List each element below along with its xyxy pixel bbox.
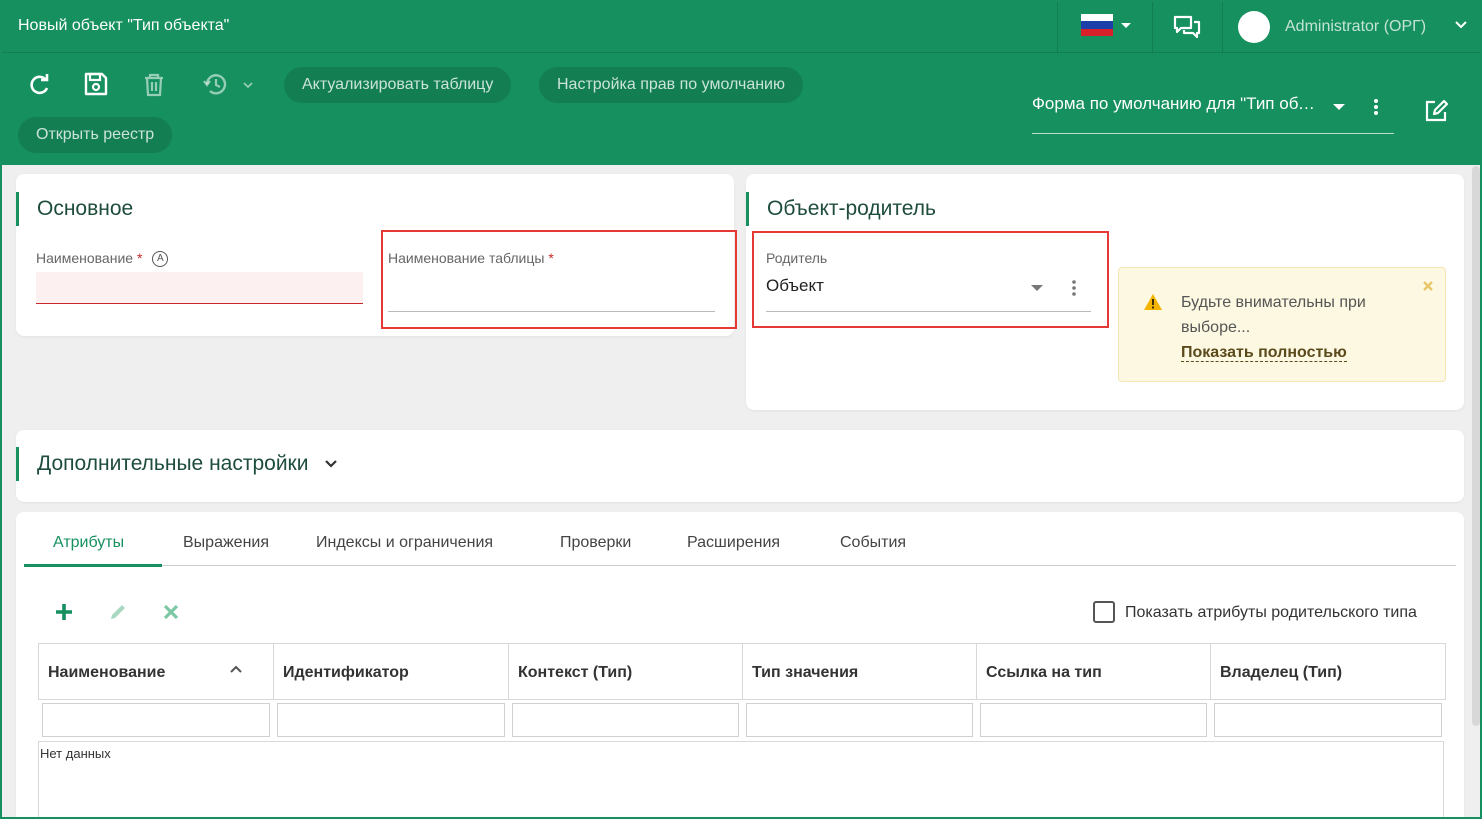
filter-input[interactable] [980, 703, 1207, 737]
tab-events[interactable]: События [840, 534, 906, 552]
filter-input[interactable] [512, 703, 739, 737]
tab-attributes[interactable]: Атрибуты [53, 534, 124, 552]
edit-icon[interactable] [108, 602, 128, 622]
refresh-icon[interactable] [26, 71, 54, 99]
column-header-owner[interactable]: Владелец (Тип) [1210, 643, 1446, 700]
additional-card-title[interactable]: Дополнительные настройки [16, 447, 338, 481]
filter-input[interactable] [1214, 703, 1442, 737]
warning-alert: Будьте внимательны при выборе... Показат… [1118, 267, 1446, 382]
divider [1222, 2, 1223, 52]
form-select[interactable]: Форма по умолчанию для "Тип объекта" [1032, 89, 1394, 134]
actualize-table-button[interactable]: Актуализировать таблицу [284, 67, 512, 103]
column-header-context[interactable]: Контекст (Тип) [508, 643, 742, 700]
chat-icon[interactable] [1172, 14, 1202, 40]
user-name[interactable]: Administrator (ОРГ) [1285, 18, 1426, 36]
additional-title-text: Дополнительные настройки [37, 452, 309, 475]
tab-checks[interactable]: Проверки [560, 534, 631, 552]
app-window: Новый объект "Тип объекта" Administrator… [0, 0, 1482, 819]
warning-message: Будьте внимательны при выборе... [1181, 294, 1366, 336]
window-title: Новый объект "Тип объекта" [18, 17, 230, 34]
name-input[interactable] [36, 272, 363, 304]
tab-extensions[interactable]: Расширения [687, 534, 780, 552]
divider [1057, 2, 1058, 52]
save-icon[interactable] [82, 70, 110, 98]
delete-icon[interactable] [140, 71, 168, 99]
top-bar: Новый объект "Тип объекта" Administrator… [2, 2, 1480, 52]
add-icon[interactable] [54, 602, 74, 622]
warning-text: Будьте внимательны при выборе... Показат… [1181, 290, 1411, 365]
close-icon[interactable] [1421, 279, 1435, 293]
show-full-link[interactable]: Показать полностью [1181, 344, 1347, 362]
default-rights-button[interactable]: Настройка прав по умолчанию [539, 67, 803, 103]
basic-card-title: Основное [16, 192, 133, 226]
divider [1152, 2, 1153, 52]
chevron-down-icon[interactable] [1454, 18, 1468, 32]
highlight-box [381, 230, 737, 329]
chevron-down-icon[interactable] [324, 459, 338, 469]
flag-ru-icon[interactable] [1081, 14, 1113, 36]
show-parent-attributes-checkbox[interactable] [1093, 601, 1115, 623]
attributes-table: Наименование Идентификатор Контекст (Тип… [34, 643, 1446, 817]
tab-indexes[interactable]: Индексы и ограничения [316, 534, 493, 552]
column-header-type-ref[interactable]: Ссылка на тип [976, 643, 1210, 700]
scrollbar[interactable] [1472, 166, 1480, 726]
chevron-down-icon[interactable] [242, 80, 254, 90]
active-tab-indicator [24, 564, 162, 567]
tabs-divider [24, 565, 1456, 566]
filter-input[interactable] [42, 703, 270, 737]
table-body: Нет данных [38, 741, 1444, 817]
avatar[interactable] [1238, 11, 1270, 43]
more-vertical-icon[interactable] [1370, 97, 1382, 117]
name-label-text: Наименование [36, 250, 134, 266]
show-parent-attributes-label[interactable]: Показать атрибуты родительского типа [1125, 604, 1417, 622]
column-header-value-type[interactable]: Тип значения [742, 643, 976, 700]
caret-down-icon[interactable] [1333, 104, 1345, 110]
additional-card[interactable]: Дополнительные настройки [16, 430, 1464, 502]
open-registry-button[interactable]: Открыть реестр [18, 117, 173, 153]
delete-icon[interactable] [162, 603, 180, 621]
history-icon[interactable] [202, 70, 230, 98]
column-header-name[interactable]: Наименование [38, 643, 273, 700]
column-name-text: Наименование [48, 664, 166, 681]
basic-card: Основное Наименование * A Наименование т… [16, 174, 737, 336]
tab-expressions[interactable]: Выражения [183, 534, 269, 552]
name-field-label: Наименование * A [36, 250, 169, 268]
language-caret-icon[interactable] [1121, 23, 1131, 28]
auto-translate-icon[interactable]: A [152, 251, 169, 268]
filter-input[interactable] [746, 703, 973, 737]
toolbar: Актуализировать таблицу Настройка прав п… [2, 52, 1480, 165]
form-select-value: Форма по умолчанию для "Тип объекта" [1032, 94, 1322, 113]
warning-icon [1144, 294, 1162, 310]
filter-input[interactable] [277, 703, 505, 737]
column-header-identifier[interactable]: Идентификатор [273, 643, 508, 700]
tabs-card: Атрибуты Выражения Индексы и ограничения… [16, 512, 1464, 817]
highlight-box [752, 231, 1109, 328]
sort-asc-icon[interactable] [229, 664, 243, 674]
parent-card-title: Объект-родитель [746, 192, 936, 226]
edit-form-icon[interactable] [1422, 97, 1450, 125]
empty-message: Нет данных [40, 746, 111, 761]
